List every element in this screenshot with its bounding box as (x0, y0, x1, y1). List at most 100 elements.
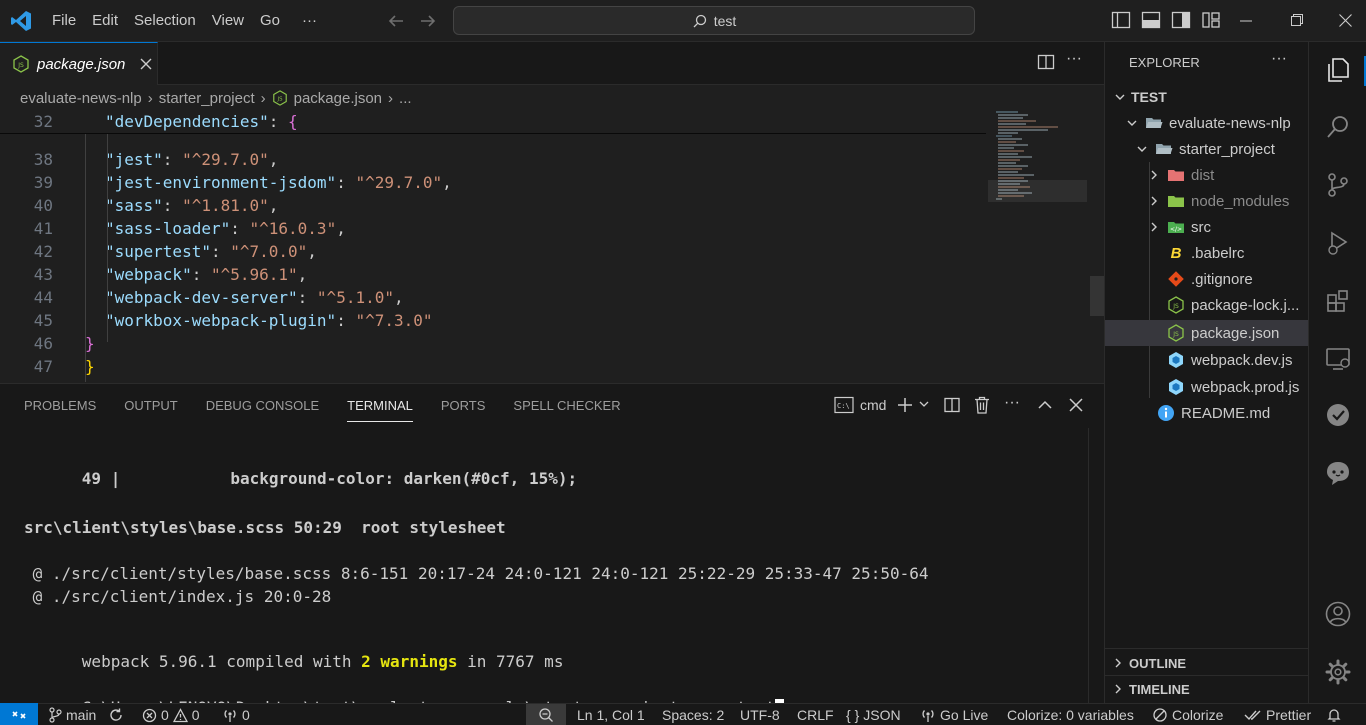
encoding[interactable]: UTF-8 (740, 704, 780, 725)
extensions-icon[interactable] (1324, 287, 1352, 315)
trash-icon[interactable] (973, 395, 991, 415)
tab-debug-console[interactable]: Debug Console (192, 384, 333, 428)
code-text: "supertest": "^7.0.0", (105, 242, 317, 261)
branch-indicator[interactable]: main (48, 704, 96, 725)
breadcrumb-item[interactable]: ... (399, 90, 412, 107)
tree-file-package-lock[interactable]: JS package-lock.j... (1105, 292, 1309, 318)
testing-check-icon[interactable] (1324, 401, 1352, 429)
chevron-down-icon[interactable] (918, 398, 930, 410)
close-tab-icon[interactable] (140, 58, 152, 70)
split-terminal-icon[interactable] (943, 396, 961, 414)
tree-folder-evaluate-news-nlp[interactable]: evaluate-news-nlp (1105, 110, 1309, 136)
search-icon[interactable] (1324, 113, 1352, 141)
notifications-icon[interactable] (1326, 704, 1342, 725)
babel-icon: B (1170, 244, 1182, 262)
tree-folder-dist[interactable]: dist (1105, 162, 1309, 188)
menu-edit[interactable]: Edit (84, 0, 126, 42)
code-editor[interactable]: 32"devDependencies": {37"html-webpack-pl… (0, 110, 1104, 382)
tab-spell-checker[interactable]: Spell Checker (499, 384, 634, 428)
tree-file-gitignore[interactable]: .gitignore (1105, 266, 1309, 292)
breadcrumb-item[interactable]: package.json (294, 90, 382, 107)
line-number: 32 (33, 112, 53, 131)
tree-file-webpack-prod[interactable]: webpack.prod.js (1105, 374, 1309, 400)
chat-icon[interactable] (1324, 459, 1352, 487)
terminal-selector[interactable]: C:\ cmd (834, 396, 886, 414)
language-mode[interactable]: { } JSON (846, 704, 901, 725)
toggle-secondary-sidebar-icon[interactable] (1169, 8, 1193, 32)
explorer-more-actions-icon[interactable]: ··· (1271, 50, 1287, 68)
tree-file-package-json[interactable]: JS package.json (1105, 320, 1309, 346)
zoom-indicator[interactable] (526, 704, 566, 725)
colorize-toggle[interactable]: Colorize (1152, 704, 1223, 725)
menu-more[interactable]: ··· (288, 0, 325, 42)
colorize-variables[interactable]: Colorize: 0 variables (1007, 704, 1134, 725)
source-control-icon[interactable] (1324, 171, 1352, 199)
indent-guide (85, 134, 86, 382)
back-arrow-icon[interactable] (386, 11, 406, 31)
breadcrumb-item[interactable]: starter_project (159, 90, 255, 107)
prettier-button[interactable]: Prettier (1244, 704, 1311, 725)
tab-problems[interactable]: Problems (10, 384, 110, 428)
end-of-line[interactable]: CRLF (797, 704, 834, 725)
tree-folder-node-modules[interactable]: node_modules (1105, 188, 1309, 214)
tree-folder-src[interactable]: </> src (1105, 214, 1309, 240)
code-text: "sass": "^1.81.0", (105, 196, 279, 215)
settings-gear-icon[interactable] (1324, 658, 1352, 686)
menu-file[interactable]: File (44, 0, 84, 42)
tab-output[interactable]: Output (110, 384, 191, 428)
close-window-icon[interactable] (1339, 14, 1352, 27)
menu-view[interactable]: View (204, 0, 252, 42)
tree-folder-starter-project[interactable]: starter_project (1105, 136, 1309, 162)
chevron-right-icon (1147, 220, 1161, 234)
split-editor-icon[interactable] (1036, 52, 1056, 72)
go-live-button[interactable]: Go Live (920, 704, 988, 725)
panel-more-actions-icon[interactable]: ··· (1004, 394, 1020, 412)
customize-layout-icon[interactable] (1199, 8, 1223, 32)
remote-indicator[interactable] (0, 703, 38, 725)
tree-file-webpack-dev[interactable]: webpack.dev.js (1105, 347, 1309, 373)
minimap-slider[interactable] (988, 180, 1087, 202)
tab-package-json[interactable]: JS package.json (0, 42, 158, 85)
restore-icon[interactable] (1291, 14, 1303, 26)
timeline-section[interactable]: TIMELINE (1105, 676, 1309, 702)
info-icon (1157, 404, 1175, 422)
code-text: "jest-environment-jsdom": "^29.7.0", (105, 173, 452, 192)
new-terminal-icon[interactable] (896, 396, 914, 414)
breadcrumb-item[interactable]: evaluate-news-nlp (20, 90, 142, 107)
forward-arrow-icon[interactable] (418, 11, 438, 31)
explorer-files-icon[interactable] (1324, 56, 1352, 84)
code-line: 40 "sass": "^1.81.0", (0, 194, 279, 217)
menu-go[interactable]: Go (252, 0, 288, 42)
remote-explorer-icon[interactable] (1324, 345, 1352, 373)
minimap[interactable] (988, 110, 1088, 382)
menu-selection[interactable]: Selection (126, 0, 204, 42)
breadcrumb: evaluate-news-nlp › starter_project › JS… (0, 86, 1104, 110)
toggle-primary-sidebar-icon[interactable] (1109, 8, 1133, 32)
tree-file-babelrc[interactable]: B .babelrc (1105, 240, 1309, 266)
minimize-icon[interactable] (1240, 20, 1252, 22)
editor-tab-bar (0, 42, 1104, 85)
ports-indicator[interactable]: 0 (222, 704, 250, 725)
cursor-position[interactable]: Ln 1, Col 1 (577, 704, 645, 725)
json-file-icon: JS (12, 55, 30, 73)
tab-ports[interactable]: Ports (427, 384, 500, 428)
editor-more-actions-icon[interactable]: ··· (1066, 50, 1082, 68)
sync-icon[interactable] (108, 704, 124, 725)
bottom-panel: Problems Output Debug Console Terminal P… (0, 383, 1104, 718)
accounts-icon[interactable] (1324, 600, 1352, 628)
folder-open-icon (1155, 141, 1173, 157)
command-center-search[interactable]: test (453, 6, 975, 35)
scrollbar-thumb[interactable] (1090, 276, 1104, 316)
tab-terminal[interactable]: Terminal (333, 384, 427, 428)
run-debug-icon[interactable] (1324, 229, 1352, 257)
maximize-panel-icon[interactable] (1037, 397, 1053, 413)
problems-indicator[interactable]: 0 0 (142, 704, 200, 725)
tree-file-readme[interactable]: README.md (1105, 400, 1309, 426)
close-panel-icon[interactable] (1068, 397, 1084, 413)
outline-section[interactable]: OUTLINE (1105, 650, 1309, 676)
indentation[interactable]: Spaces: 2 (662, 704, 724, 725)
terminal-output[interactable]: 49 | background-color: darken(#0cf, 15%);… (0, 428, 1104, 718)
toggle-panel-icon[interactable] (1139, 8, 1163, 32)
chevron-right-icon: › (388, 89, 394, 107)
workspace-root[interactable]: TEST (1105, 84, 1309, 110)
